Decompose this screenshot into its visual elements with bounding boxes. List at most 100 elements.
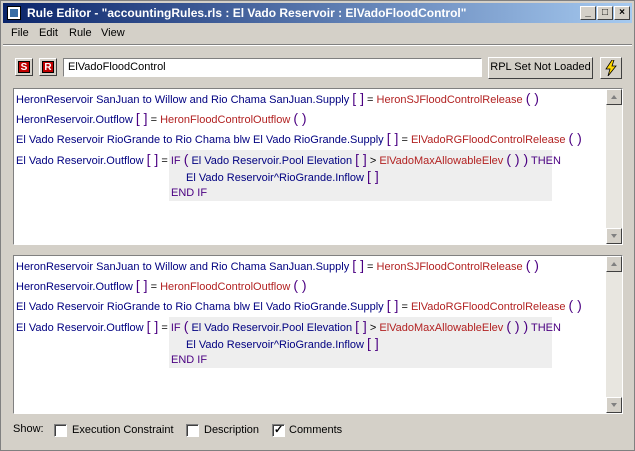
compare-op: > [369,322,377,334]
assign-op: = [367,261,374,273]
rule-line: El Vado Reservoir RioGrande to Rio Chama… [16,297,582,314]
assign-op: = [401,134,408,146]
scroll-down-icon[interactable] [606,228,622,244]
index-brackets: [ ] [352,90,364,106]
index-brackets: [ ] [386,130,399,146]
then-keyword: THEN [530,155,561,167]
scroll-up-icon[interactable] [606,89,622,105]
function-call[interactable]: ElVadoMaxAllowableElev [379,155,503,167]
minimize-button[interactable]: _ [580,6,596,20]
slot-reference[interactable]: HeronReservoir.Outflow [16,281,133,293]
rule-name-field[interactable]: ElVadoFloodControl [63,58,482,77]
slot-reference[interactable]: El Vado Reservoir.Pool Elevation [191,322,352,334]
lightning-button[interactable] [600,57,622,79]
rule-editor-window: Rule Editor - "accountingRules.rls : El … [0,0,635,451]
compare-op: > [369,155,377,167]
assign-op: = [401,301,408,313]
end-if-keyword: END IF [171,187,208,199]
title-bar[interactable]: Rule Editor - "accountingRules.rls : El … [3,3,632,23]
index-brackets: [ ] [367,335,379,351]
function-call[interactable]: ElVadoMaxAllowableElev [379,322,503,334]
slot-reference[interactable]: El Vado Reservoir.Pool Elevation [191,155,352,167]
rule-line: El Vado Reservoir.Outflow [ ] = IF ( El … [16,318,561,335]
function-call[interactable]: HeronFloodControlOutflow [160,281,290,293]
paren-open: ( [183,151,189,167]
comments-checkbox[interactable]: ✓ [272,424,285,437]
paren-pair: ( ) [568,297,582,313]
slot-reference[interactable]: El Vado Reservoir RioGrande to Rio Chama… [16,301,384,313]
comments-label[interactable]: Comments [289,424,342,436]
s-icon: S [18,61,30,73]
rule-line-end: END IF [171,185,207,202]
slot-reference[interactable]: El Vado Reservoir^RioGrande.Inflow [186,172,364,184]
lightning-icon [605,59,617,77]
slot-reference[interactable]: El Vado Reservoir^RioGrande.Inflow [186,339,364,351]
rule-line: El Vado Reservoir RioGrande to Rio Chama… [16,130,582,147]
slot-reference[interactable]: HeronReservoir SanJuan to Willow and Rio… [16,94,349,106]
assign-op: = [150,281,158,293]
r-button[interactable]: R [39,58,57,76]
menu-view[interactable]: View [101,27,125,39]
paren-pair: ( ) [293,277,307,293]
execution-constraint-checkbox[interactable] [54,424,67,437]
close-button[interactable]: × [614,6,630,20]
description-label[interactable]: Description [204,424,259,436]
rule-line-then: El Vado Reservoir^RioGrande.Inflow [ ] [186,168,379,185]
description-checkbox[interactable] [186,424,199,437]
rule-panel-1[interactable]: HeronReservoir SanJuan to Willow and Rio… [13,88,623,245]
r-icon: R [42,61,54,73]
vertical-scrollbar[interactable] [606,89,622,244]
function-call[interactable]: HeronSJFloodControlRelease [377,261,523,273]
vertical-scrollbar[interactable] [606,256,622,413]
paren-open: ( [183,318,189,334]
assign-op: = [367,94,374,106]
maximize-button[interactable]: □ [597,6,613,20]
index-brackets: [ ] [355,151,367,167]
rule-line-then: El Vado Reservoir^RioGrande.Inflow [ ] [186,335,379,352]
index-brackets: [ ] [146,318,159,334]
menu-rule[interactable]: Rule [69,27,92,39]
index-brackets: [ ] [352,257,364,273]
function-call[interactable]: HeronSJFloodControlRelease [377,94,523,106]
rpl-status-button[interactable]: RPL Set Not Loaded [488,57,593,79]
rule-line: HeronReservoir.Outflow [ ] = HeronFloodC… [16,277,307,294]
function-call[interactable]: ElVadoRGFloodControlRelease [411,301,566,313]
rule-line-end: END IF [171,352,207,369]
execution-constraint-label[interactable]: Execution Constraint [72,424,174,436]
rule-panel-2[interactable]: HeronReservoir SanJuan to Willow and Rio… [13,255,623,414]
paren-pair: ( ) [525,257,539,273]
then-keyword: THEN [530,322,561,334]
menu-file[interactable]: File [11,27,29,39]
index-brackets: [ ] [135,110,148,126]
index-brackets: [ ] [135,277,148,293]
index-brackets: [ ] [146,151,159,167]
slot-reference[interactable]: El Vado Reservoir RioGrande to Rio Chama… [16,134,384,146]
slot-reference[interactable]: HeronReservoir.Outflow [16,114,133,126]
slot-reference[interactable]: El Vado Reservoir.Outflow [16,322,144,334]
scroll-down-icon[interactable] [606,397,622,413]
menu-separator [3,44,632,46]
menu-edit[interactable]: Edit [39,27,58,39]
scroll-up-icon[interactable] [606,256,622,272]
slot-reference[interactable]: HeronReservoir SanJuan to Willow and Rio… [16,261,349,273]
index-brackets: [ ] [367,168,379,184]
paren-pair: ( ) [568,130,582,146]
assign-op: = [150,114,158,126]
s-button[interactable]: S [15,58,33,76]
function-call[interactable]: ElVadoRGFloodControlRelease [411,134,566,146]
assign-op: = [161,322,168,334]
paren-pair: ( ) [525,90,539,106]
index-brackets: [ ] [386,297,399,313]
menu-bar: File Edit Rule View [3,25,632,43]
app-icon [7,6,21,20]
rule-line: El Vado Reservoir.Outflow [ ] = IF ( El … [16,151,561,168]
assign-op: = [161,155,168,167]
window-title: Rule Editor - "accountingRules.rls : El … [27,6,467,20]
paren-pair: ( ) ) [506,318,529,334]
end-if-keyword: END IF [171,354,208,366]
function-call[interactable]: HeronFloodControlOutflow [160,114,290,126]
if-keyword: IF [170,322,181,334]
slot-reference[interactable]: El Vado Reservoir.Outflow [16,155,144,167]
show-label: Show: [13,423,44,435]
rule-line: HeronReservoir.Outflow [ ] = HeronFloodC… [16,110,307,127]
